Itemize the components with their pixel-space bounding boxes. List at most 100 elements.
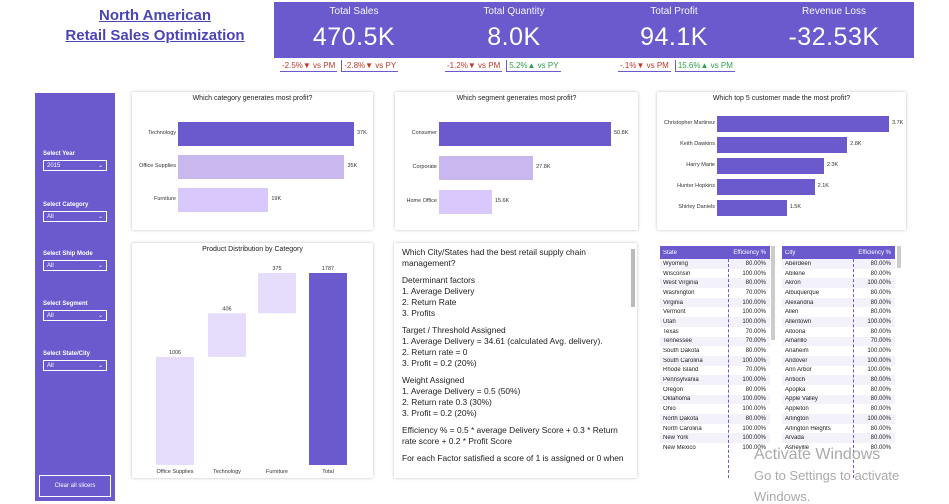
table-row[interactable]: Tennessee 70.00% xyxy=(660,336,770,347)
determinant-item: 2. Return Rate xyxy=(402,297,457,307)
waterfall-svg: 1006 Office Supplies 406 Technology 375 Furni… xyxy=(156,266,347,475)
efficiency-cell: 80.00% xyxy=(870,406,891,413)
table-row[interactable]: Aberdeen 80.00% xyxy=(782,259,895,269)
table-row[interactable]: Utah 100.00% xyxy=(660,317,770,327)
efficiency-cell: 100.00% xyxy=(742,396,766,403)
bar-category-label: Technology xyxy=(148,130,176,136)
target-block: Target / Threshold Assigned 1. Average D… xyxy=(402,325,629,369)
table-row[interactable]: Antioch 80.00% xyxy=(782,375,895,385)
weight-item: 2. Return rate 0.3 (30%) xyxy=(402,397,492,407)
table-row[interactable]: Amarillo 70.00% xyxy=(782,336,895,347)
chevron-down-icon: ⌄ xyxy=(97,363,103,369)
table-row[interactable]: Albuquerque 80.00% xyxy=(782,288,895,298)
table-row[interactable]: North Dakota 80.00% xyxy=(660,414,770,424)
table-row[interactable]: Apopka 80.00% xyxy=(782,385,895,395)
table-row[interactable]: Texas 70.00% xyxy=(660,327,770,337)
table-row[interactable]: Rhode Island 70.00% xyxy=(660,366,770,376)
efficiency-cell: 80.00% xyxy=(870,377,891,384)
table-row[interactable]: Allentown 100.00% xyxy=(782,317,895,327)
waterfall-bar[interactable] xyxy=(258,273,296,314)
table-row[interactable]: South Carolina 100.00% xyxy=(660,355,770,366)
target-item: 3. Profit = 0.2 (20%) xyxy=(402,358,477,368)
column-header-efficiency[interactable]: Efficiency % xyxy=(855,250,895,256)
table-row[interactable]: Wyoming 80.00% xyxy=(660,259,770,269)
table-row[interactable]: Apple Valley 80.00% xyxy=(782,394,895,405)
table-row[interactable]: Arvada 80.00% xyxy=(782,433,895,444)
bar[interactable] xyxy=(439,190,492,214)
table-row[interactable]: Abilene 80.00% xyxy=(782,269,895,279)
bar[interactable] xyxy=(717,158,824,174)
name-cell: Albuquerque xyxy=(785,289,820,296)
bar[interactable] xyxy=(717,116,889,132)
table-row[interactable]: Oregon 80.00% xyxy=(660,385,770,395)
table-row[interactable]: Pennsylvania 100.00% xyxy=(660,375,770,385)
bar[interactable] xyxy=(178,122,354,146)
table-row[interactable]: Wisconsin 100.00% xyxy=(660,269,770,279)
kpi-profit-changes: -.1%▼ vs PM 15.6%▲ vs PM xyxy=(618,60,735,72)
table-row[interactable]: Akron 100.00% xyxy=(782,278,895,289)
kpi-banner: Total Sales 470.5K Total Quantity 8.0K T… xyxy=(274,2,914,58)
name-cell: Apopka xyxy=(785,386,806,393)
table-row[interactable]: New York 100.00% xyxy=(660,433,770,444)
bar[interactable] xyxy=(717,179,815,195)
table-row[interactable]: Altoona 80.00% xyxy=(782,327,895,337)
table-row[interactable]: Allen 80.00% xyxy=(782,307,895,317)
table-header: State Efficiency % xyxy=(660,246,770,259)
ship-mode-dropdown[interactable]: All ⌄ xyxy=(43,260,107,271)
efficiency-cell: 80.00% xyxy=(870,270,891,277)
text-scrollbar[interactable] xyxy=(631,249,635,307)
table-row[interactable]: Appleton 80.00% xyxy=(782,404,895,414)
table-row[interactable]: Arlington 100.00% xyxy=(782,414,895,424)
table-row[interactable]: North Carolina 100.00% xyxy=(660,424,770,434)
bar[interactable] xyxy=(439,122,611,146)
bar[interactable] xyxy=(439,156,534,180)
table-body: Wyoming 80.00% Wisconsin 100.00% West Virgin… xyxy=(660,259,770,453)
name-cell: Antioch xyxy=(785,377,806,384)
efficiency-cell: 80.00% xyxy=(870,289,891,296)
bar[interactable] xyxy=(717,137,848,153)
name-cell: Arlington Heights xyxy=(785,425,831,432)
city-table-scrollbar[interactable] xyxy=(897,246,901,268)
kpi-label: Total Profit xyxy=(650,6,698,17)
table-row[interactable]: Andover 100.00% xyxy=(782,355,895,366)
waterfall-bar[interactable] xyxy=(309,273,347,465)
bar[interactable] xyxy=(178,155,345,179)
bar[interactable] xyxy=(717,200,787,216)
table-row[interactable]: Vermont 100.00% xyxy=(660,307,770,317)
table-row[interactable]: Ohio 100.00% xyxy=(660,404,770,414)
bar-value-label: 35K xyxy=(347,163,358,169)
efficiency-cell: 100.00% xyxy=(867,318,891,325)
table-row[interactable]: Ann Arbor 100.00% xyxy=(782,366,895,376)
waterfall-bar[interactable] xyxy=(208,313,246,357)
table-row[interactable]: Virginia 100.00% xyxy=(660,297,770,308)
table-row[interactable]: Oklahoma 100.00% xyxy=(660,394,770,405)
table-row[interactable]: Anaheim 100.00% xyxy=(782,346,895,356)
table-row[interactable]: Washington 70.00% xyxy=(660,288,770,298)
waterfall-category-label: Technology xyxy=(213,469,241,475)
efficiency-cell: 100.00% xyxy=(742,406,766,413)
name-cell: South Dakota xyxy=(663,348,700,355)
efficiency-cell: 70.00% xyxy=(745,328,766,335)
year-dropdown[interactable]: 2015 ⌄ xyxy=(43,160,107,171)
state-table-scrollbar[interactable] xyxy=(771,246,775,340)
column-header-efficiency[interactable]: Efficiency % xyxy=(730,250,770,256)
efficiency-cell: 80.00% xyxy=(870,386,891,393)
waterfall-bar[interactable] xyxy=(156,356,194,465)
segment-dropdown[interactable]: All ⌄ xyxy=(43,310,107,321)
table-row[interactable]: West Virginia 80.00% xyxy=(660,278,770,289)
chevron-down-icon: ⌄ xyxy=(97,263,103,269)
table-row[interactable]: Arlington Heights 80.00% xyxy=(782,424,895,434)
bar-value-label: 3.7K xyxy=(892,120,904,126)
table-row[interactable]: South Dakota 80.00% xyxy=(660,346,770,356)
title-line-1: North American xyxy=(99,7,211,24)
bar[interactable] xyxy=(178,188,269,212)
category-dropdown[interactable]: All ⌄ xyxy=(43,211,107,222)
clear-all-slicers-button[interactable]: Clear all slicers xyxy=(39,475,111,497)
efficiency-cell: 80.00% xyxy=(870,396,891,403)
slicer-segment: Select Segment All ⌄ xyxy=(43,301,107,321)
table-row[interactable]: Alexandria 80.00% xyxy=(782,297,895,308)
column-header-city[interactable]: City xyxy=(782,250,855,256)
column-header-state[interactable]: State xyxy=(660,250,730,256)
target-heading: Target / Threshold Assigned xyxy=(402,325,506,335)
state-city-dropdown[interactable]: All ⌄ xyxy=(43,360,107,371)
